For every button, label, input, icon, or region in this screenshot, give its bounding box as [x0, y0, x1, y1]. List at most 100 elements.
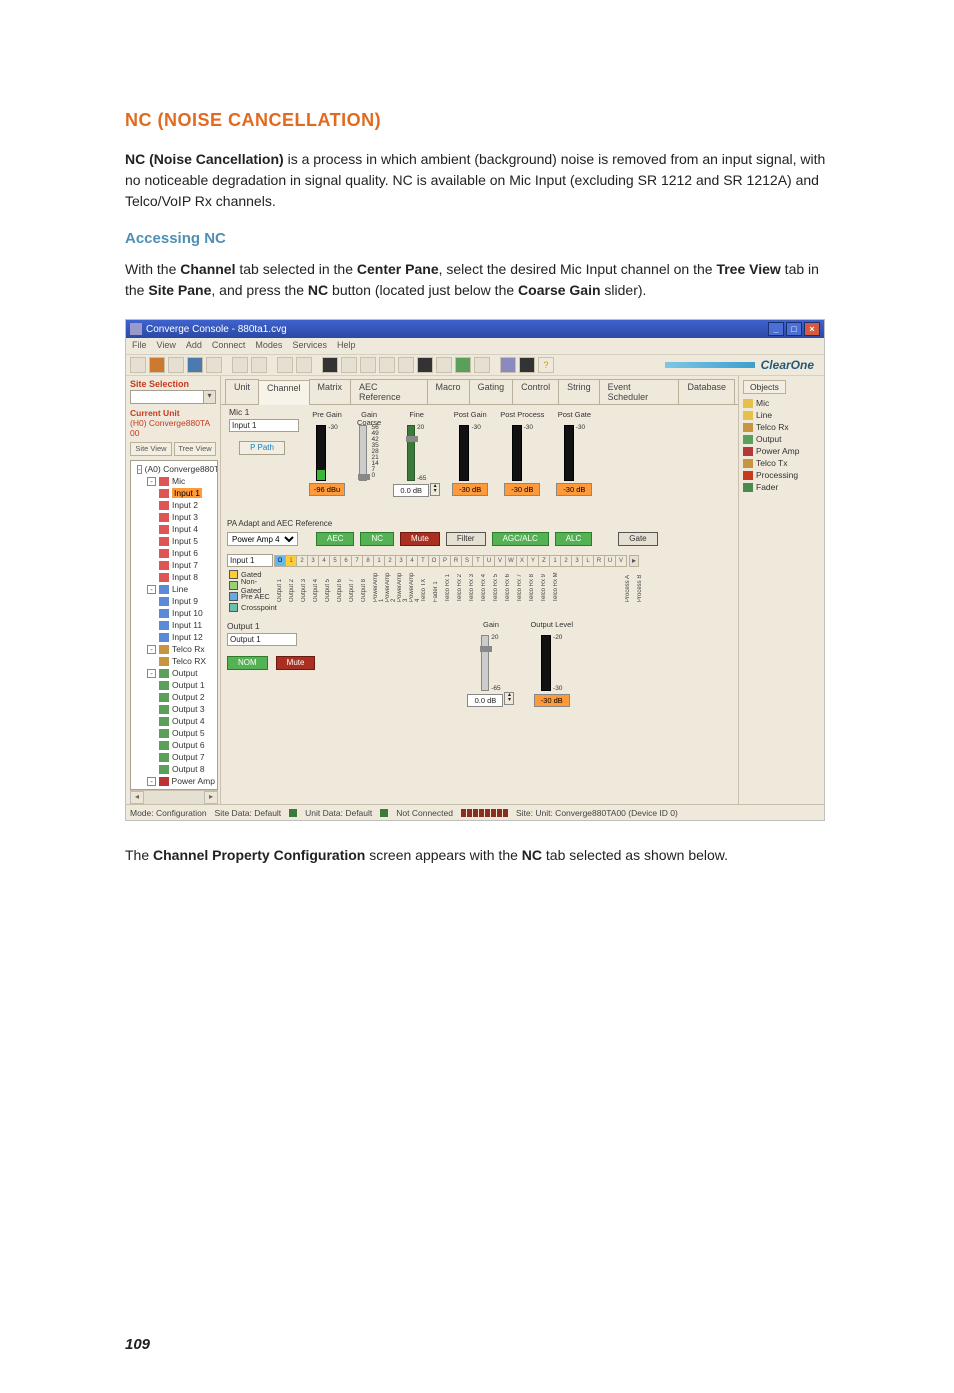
window-minimize-button[interactable]: _ [768, 322, 784, 336]
toolbar-button[interactable] [232, 357, 248, 373]
tree-item[interactable]: Output 4 [133, 715, 215, 727]
filter-button[interactable]: Filter [446, 532, 486, 546]
tree-item[interactable]: Output 5 [133, 727, 215, 739]
objects-item[interactable]: Line [743, 409, 820, 421]
toolbar-button[interactable] [206, 357, 222, 373]
matrix-cells[interactable]: O123456781234TOPRSTUVWXYZ123LRUV [275, 555, 627, 567]
nom-button[interactable]: NOM [227, 656, 268, 670]
tree-hscrollbar[interactable]: ◂ ▸ [130, 790, 218, 804]
matrix-input-name[interactable]: Input 1 [227, 554, 273, 567]
objects-item[interactable]: Processing [743, 469, 820, 481]
tree-item[interactable]: Input 6 [133, 547, 215, 559]
toolbar-button[interactable] [322, 357, 338, 373]
tree-item[interactable]: Input 7 [133, 559, 215, 571]
tab-string[interactable]: String [558, 379, 600, 404]
menu-file[interactable]: File [132, 340, 147, 352]
toolbar-button[interactable] [149, 357, 165, 373]
spinner-icon[interactable]: ▴▾ [430, 483, 440, 496]
tab-event-scheduler[interactable]: Event Scheduler [599, 379, 680, 404]
spinner-icon[interactable]: ▴▾ [504, 692, 514, 705]
toolbar-button[interactable] [500, 357, 516, 373]
tab-matrix[interactable]: Matrix [309, 379, 352, 404]
tree-item[interactable]: Output 6 [133, 739, 215, 751]
tree-view-button[interactable]: Tree View [174, 442, 216, 456]
tree-item[interactable]: -Output [133, 667, 215, 679]
toolbar-button[interactable] [130, 357, 146, 373]
tree-item[interactable]: -Mic [133, 475, 215, 487]
channel-name-input[interactable]: Input 1 [229, 419, 299, 432]
objects-item[interactable]: Power Amp [743, 445, 820, 457]
tree-item[interactable]: Output 7 [133, 751, 215, 763]
tree-item[interactable]: Output 2 [133, 691, 215, 703]
menu-view[interactable]: View [157, 340, 176, 352]
tree-item[interactable]: -Line [133, 583, 215, 595]
toolbar-button[interactable] [379, 357, 395, 373]
tree-item[interactable]: Input 8 [133, 571, 215, 583]
tab-control[interactable]: Control [512, 379, 559, 404]
tree-expander-icon[interactable]: - [147, 585, 156, 594]
output-mute-button[interactable]: Mute [276, 656, 316, 670]
toolbar-button[interactable] [187, 357, 203, 373]
toolbar-button[interactable] [341, 357, 357, 373]
output-gain-slider[interactable]: Gain 20-65 0.0 dB ▴▾ [467, 621, 514, 707]
tree-item[interactable]: -(A0) Converge880TA A [133, 463, 215, 475]
matrix-scroll-right-icon[interactable]: ▸ [629, 555, 639, 567]
site-selection-dropdown[interactable]: ▾ [130, 390, 216, 404]
scroll-left-icon[interactable]: ◂ [130, 791, 144, 804]
scroll-right-icon[interactable]: ▸ [204, 791, 218, 804]
tab-database[interactable]: Database [678, 379, 735, 404]
toolbar-button[interactable] [455, 357, 471, 373]
tree-item[interactable]: Input 2 [133, 499, 215, 511]
fine-gain-slider[interactable]: Fine 20-65 0.0 dB ▴▾ [393, 411, 440, 511]
ppath-button[interactable]: P Path [239, 441, 285, 455]
toolbar-button[interactable] [251, 357, 267, 373]
menu-connect[interactable]: Connect [212, 340, 246, 352]
window-maximize-button[interactable]: □ [786, 322, 802, 336]
window-close-button[interactable]: × [804, 322, 820, 336]
toolbar-button[interactable] [474, 357, 490, 373]
menu-help[interactable]: Help [337, 340, 356, 352]
tree-item[interactable]: Input 9 [133, 595, 215, 607]
output-gain-value[interactable]: 0.0 dB [467, 694, 503, 707]
nc-button[interactable]: NC [360, 532, 394, 546]
toolbar-button[interactable] [519, 357, 535, 373]
tree-item[interactable]: Output 1 [133, 679, 215, 691]
objects-tab[interactable]: Objects [743, 380, 786, 394]
output-name-input[interactable]: Output 1 [227, 633, 297, 646]
menu-modes[interactable]: Modes [255, 340, 282, 352]
alc-button[interactable]: ALC [555, 532, 593, 546]
toolbar-button[interactable] [398, 357, 414, 373]
agc-button[interactable]: AGC/ALC [492, 532, 549, 546]
toolbar-button[interactable] [168, 357, 184, 373]
mute-button[interactable]: Mute [400, 532, 440, 546]
tree-item[interactable]: Telco RX [133, 655, 215, 667]
tree-item[interactable]: Input 4 [133, 523, 215, 535]
pa-ref-select[interactable]: Power Amp 4 [227, 532, 298, 546]
tree-item[interactable]: Input 3 [133, 511, 215, 523]
objects-item[interactable]: Telco Tx [743, 457, 820, 469]
tree-item[interactable]: Input 11 [133, 619, 215, 631]
window-titlebar[interactable]: Converge Console - 880ta1.cvg _ □ × [126, 320, 824, 338]
tree-item[interactable]: Input 5 [133, 535, 215, 547]
toolbar-button[interactable] [417, 357, 433, 373]
gain-coarse-slider[interactable]: Gain Coarse 5649423528211470 [357, 411, 381, 511]
aec-button[interactable]: AEC [316, 532, 354, 546]
tree-item[interactable]: Output 3 [133, 703, 215, 715]
objects-item[interactable]: Output [743, 433, 820, 445]
fine-gain-value[interactable]: 0.0 dB [393, 484, 429, 497]
tab-unit[interactable]: Unit [225, 379, 259, 404]
site-view-button[interactable]: Site View [130, 442, 172, 456]
tree-item[interactable]: Input 10 [133, 607, 215, 619]
tree-expander-icon[interactable]: - [147, 669, 156, 678]
gate-button[interactable]: Gate [618, 532, 657, 546]
tree-item[interactable]: -Power Amp [133, 775, 215, 787]
objects-item[interactable]: Mic [743, 397, 820, 409]
menu-services[interactable]: Services [292, 340, 327, 352]
tree-view[interactable]: -(A0) Converge880TA A-MicInput 1Input 2I… [130, 460, 218, 790]
menu-add[interactable]: Add [186, 340, 202, 352]
toolbar-button[interactable] [296, 357, 312, 373]
tree-expander-icon[interactable]: - [147, 477, 156, 486]
toolbar-button[interactable] [360, 357, 376, 373]
tree-item[interactable]: Output 8 [133, 763, 215, 775]
objects-item[interactable]: Telco Rx [743, 421, 820, 433]
